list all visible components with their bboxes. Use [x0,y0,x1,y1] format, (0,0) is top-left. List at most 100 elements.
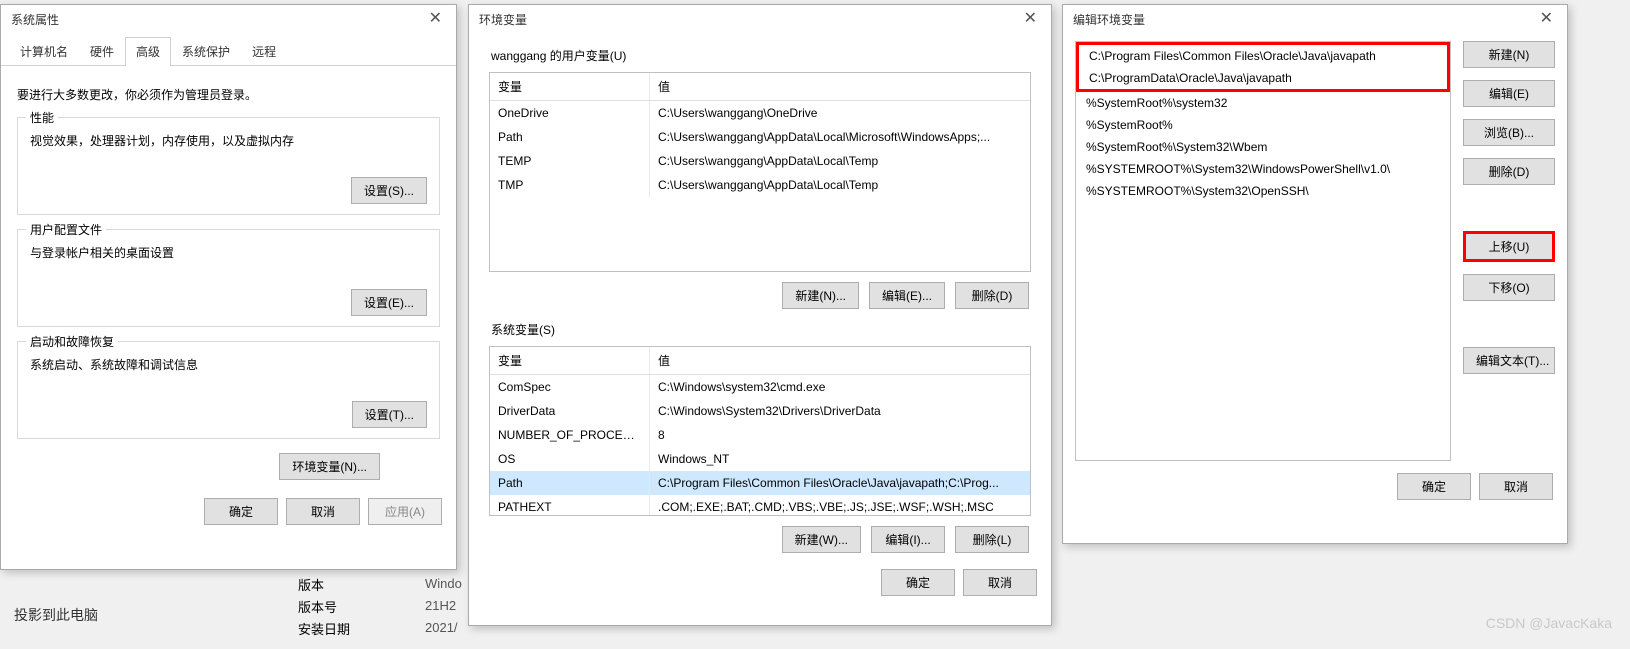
intro-text: 要进行大多数更改，你必须作为管理员登录。 [17,86,440,103]
col-header-name[interactable]: 变量 [490,347,650,374]
tab-hardware[interactable]: 硬件 [79,37,125,66]
sys-new-button[interactable]: 新建(W)... [782,526,861,553]
close-icon[interactable]: ✕ [1534,9,1559,29]
move-down-button[interactable]: 下移(O) [1463,274,1555,301]
list-row[interactable]: DriverDataC:\Windows\System32\Drivers\Dr… [490,399,1030,423]
sys-edit-button[interactable]: 编辑(I)... [871,526,945,553]
var-value: C:\Users\wanggang\AppData\Local\Temp [650,149,1030,173]
apply-button: 应用(A) [368,498,442,525]
move-up-button[interactable]: 上移(U) [1463,231,1555,262]
cancel-button[interactable]: 取消 [963,569,1037,596]
userprofile-legend: 用户配置文件 [26,221,106,238]
bg-val-build: 21H2 [425,597,456,613]
list-row[interactable]: TEMPC:\Users\wanggang\AppData\Local\Temp [490,149,1030,173]
list-row[interactable]: OneDriveC:\Users\wanggang\OneDrive [490,101,1030,125]
window-title: 环境变量 [479,11,527,28]
bg-row-build: 版本号 [298,597,337,616]
var-value: Windows_NT [650,447,1030,471]
performance-settings-button[interactable]: 设置(S)... [351,177,427,204]
list-row[interactable]: PATHEXT.COM;.EXE;.BAT;.CMD;.VBS;.VBE;.JS… [490,495,1030,516]
path-list[interactable]: C:\Program Files\Common Files\Oracle\Jav… [1075,41,1451,461]
userprofile-settings-button[interactable]: 设置(E)... [351,289,427,316]
environment-variables-dialog: 环境变量 ✕ wanggang 的用户变量(U) 变量 值 OneDriveC:… [468,4,1052,626]
close-icon[interactable]: ✕ [423,9,448,29]
highlighted-java-paths: C:\Program Files\Common Files\Oracle\Jav… [1076,42,1450,92]
settings-nav-project[interactable]: 投影到此电脑 [14,605,98,625]
environment-variables-button[interactable]: 环境变量(N)... [279,453,380,480]
userprofile-group: 用户配置文件 与登录帐户相关的桌面设置 设置(E)... [17,229,440,327]
tab-remote[interactable]: 远程 [241,37,287,66]
col-header-value[interactable]: 值 [650,73,1030,100]
user-vars-list[interactable]: 变量 值 OneDriveC:\Users\wanggang\OneDriveP… [489,72,1031,272]
path-row[interactable]: %SystemRoot%\system32 [1076,92,1450,114]
system-properties-dialog: 系统属性 ✕ 计算机名 硬件 高级 系统保护 远程 要进行大多数更改，你必须作为… [0,4,457,570]
bg-val-install: 2021/ [425,619,458,635]
user-edit-button[interactable]: 编辑(E)... [869,282,945,309]
settings-nav-label: 投影到此电脑 [14,607,98,623]
var-value: C:\Users\wanggang\AppData\Local\Microsof… [650,125,1030,149]
delete-button[interactable]: 删除(D) [1463,158,1555,185]
startup-group: 启动和故障恢复 系统启动、系统故障和调试信息 设置(T)... [17,341,440,439]
var-name: TMP [490,173,650,197]
var-value: C:\Users\wanggang\AppData\Local\Temp [650,173,1030,197]
path-row[interactable]: %SYSTEMROOT%\System32\WindowsPowerShell\… [1076,158,1450,180]
close-icon[interactable]: ✕ [1018,9,1043,29]
tab-advanced[interactable]: 高级 [125,37,171,66]
list-row[interactable]: ComSpecC:\Windows\system32\cmd.exe [490,375,1030,399]
var-name: OneDrive [490,101,650,125]
ok-button[interactable]: 确定 [204,498,278,525]
list-row[interactable]: OSWindows_NT [490,447,1030,471]
list-header: 变量 值 [490,347,1030,375]
path-row[interactable]: C:\ProgramData\Oracle\Java\javapath [1079,67,1447,89]
edit-button[interactable]: 编辑(E) [1463,80,1555,107]
col-header-value[interactable]: 值 [650,347,1030,374]
var-name: PATHEXT [490,495,650,516]
var-name: DriverData [490,399,650,423]
edit-environment-variable-dialog: 编辑环境变量 ✕ C:\Program Files\Common Files\O… [1062,4,1568,544]
cancel-button[interactable]: 取消 [286,498,360,525]
performance-legend: 性能 [26,109,58,126]
tab-bar: 计算机名 硬件 高级 系统保护 远程 [1,37,456,66]
sys-vars-list[interactable]: 变量 值 ComSpecC:\Windows\system32\cmd.exeD… [489,346,1031,516]
browse-button[interactable]: 浏览(B)... [1463,119,1555,146]
path-row[interactable]: %SystemRoot% [1076,114,1450,136]
sys-delete-button[interactable]: 删除(L) [955,526,1029,553]
startup-legend: 启动和故障恢复 [26,333,118,350]
tab-computer-name[interactable]: 计算机名 [9,37,79,66]
path-row[interactable]: %SYSTEMROOT%\System32\OpenSSH\ [1076,180,1450,202]
user-vars-label: wanggang 的用户变量(U) [491,47,1031,64]
window-title: 系统属性 [11,11,59,28]
var-value: C:\Program Files\Common Files\Oracle\Jav… [650,471,1030,495]
bg-row-version: 版本 [298,575,324,594]
list-row[interactable]: NUMBER_OF_PROCESSORS8 [490,423,1030,447]
list-row[interactable]: PathC:\Users\wanggang\AppData\Local\Micr… [490,125,1030,149]
titlebar: 环境变量 ✕ [469,5,1051,31]
var-value: C:\Windows\System32\Drivers\DriverData [650,399,1030,423]
tab-system-protection[interactable]: 系统保护 [171,37,241,66]
list-row[interactable]: PathC:\Program Files\Common Files\Oracle… [490,471,1030,495]
list-row[interactable]: TMPC:\Users\wanggang\AppData\Local\Temp [490,173,1030,197]
var-name: ComSpec [490,375,650,399]
user-new-button[interactable]: 新建(N)... [782,282,859,309]
cancel-button[interactable]: 取消 [1479,473,1553,500]
bg-val-version: Windo [425,575,462,591]
new-button[interactable]: 新建(N) [1463,41,1555,68]
path-row[interactable]: %SystemRoot%\System32\Wbem [1076,136,1450,158]
path-row[interactable]: C:\Program Files\Common Files\Oracle\Jav… [1079,45,1447,67]
edit-text-button[interactable]: 编辑文本(T)... [1463,347,1555,374]
ok-button[interactable]: 确定 [1397,473,1471,500]
list-header: 变量 值 [490,73,1030,101]
var-name: Path [490,125,650,149]
var-name: OS [490,447,650,471]
startup-settings-button[interactable]: 设置(T)... [352,401,427,428]
titlebar: 系统属性 ✕ [1,5,456,31]
titlebar: 编辑环境变量 ✕ [1063,5,1567,31]
var-value: 8 [650,423,1030,447]
performance-desc: 视觉效果，处理器计划，内存使用，以及虚拟内存 [30,132,427,149]
var-name: NUMBER_OF_PROCESSORS [490,423,650,447]
col-header-name[interactable]: 变量 [490,73,650,100]
dialog-footer: 确定 取消 应用(A) [1,490,456,537]
ok-button[interactable]: 确定 [881,569,955,596]
var-value: .COM;.EXE;.BAT;.CMD;.VBS;.VBE;.JS;.JSE;.… [650,495,1030,516]
user-delete-button[interactable]: 删除(D) [955,282,1029,309]
